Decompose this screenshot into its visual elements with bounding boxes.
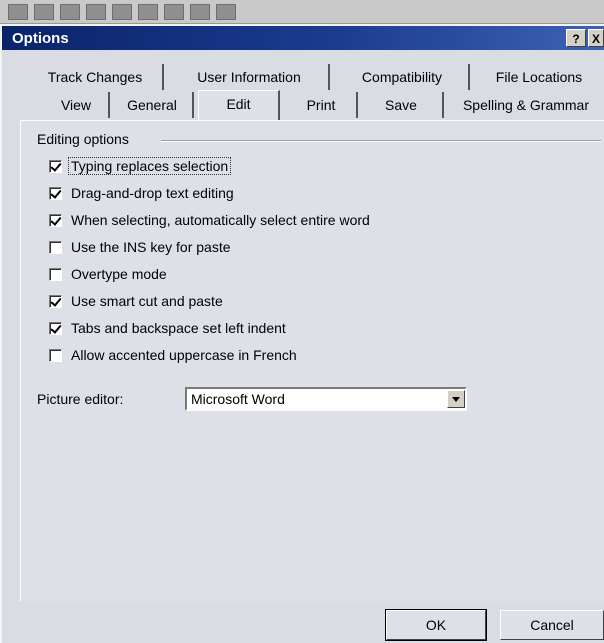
checkbox[interactable] (49, 294, 62, 308)
tab-user-information[interactable]: User Information (170, 64, 330, 90)
option-accented-uppercase-french[interactable]: Allow accented uppercase in French (49, 344, 297, 366)
option-label: Overtype mode (71, 266, 167, 282)
option-ins-key-paste[interactable]: Use the INS key for paste (49, 236, 231, 258)
toolbar-icon[interactable] (216, 3, 236, 20)
option-tabs-backspace-indent[interactable]: Tabs and backspace set left indent (49, 317, 286, 339)
tab-general[interactable]: General (112, 92, 194, 118)
tab-spelling-grammar[interactable]: Spelling & Grammar (448, 92, 604, 118)
toolbar-icon[interactable] (34, 3, 54, 20)
picture-editor-select[interactable]: Microsoft Word (185, 387, 467, 411)
dialog-title: Options (12, 29, 69, 47)
edit-tab-panel: Editing options Typing replaces selectio… (20, 120, 604, 601)
tab-compatibility[interactable]: Compatibility (336, 64, 470, 90)
checkbox[interactable] (49, 321, 62, 335)
toolbar-icon[interactable] (86, 3, 106, 20)
option-drag-and-drop[interactable]: Drag-and-drop text editing (49, 182, 234, 204)
chevron-down-icon[interactable] (447, 390, 465, 408)
checkbox[interactable] (49, 348, 62, 362)
option-label: Drag-and-drop text editing (71, 185, 234, 201)
option-label: Typing replaces selection (68, 157, 232, 175)
close-button[interactable]: X (588, 29, 604, 47)
option-label: Use the INS key for paste (71, 239, 231, 255)
toolbar-icon[interactable] (8, 3, 28, 20)
option-label: Tabs and backspace set left indent (71, 320, 286, 336)
option-smart-cut-paste[interactable]: Use smart cut and paste (49, 290, 223, 312)
option-label: Use smart cut and paste (71, 293, 223, 309)
tab-view[interactable]: View (44, 92, 110, 118)
checkbox[interactable] (49, 267, 62, 281)
toolbar-icon[interactable] (164, 3, 184, 20)
option-overtype-mode[interactable]: Overtype mode (49, 263, 167, 285)
checkbox[interactable] (49, 240, 62, 254)
option-label: When selecting, automatically select ent… (71, 212, 370, 228)
tab-file-locations[interactable]: File Locations (476, 64, 602, 90)
checkbox[interactable] (49, 159, 62, 173)
toolbar-icon[interactable] (60, 3, 80, 20)
tab-save[interactable]: Save (360, 92, 444, 118)
tab-print[interactable]: Print (286, 92, 358, 118)
toolbar-icon[interactable] (138, 3, 158, 20)
toolbar-icon[interactable] (112, 3, 132, 20)
editing-options-group-label: Editing options (37, 131, 135, 147)
help-button[interactable]: ? (566, 29, 586, 47)
group-divider (161, 140, 601, 142)
picture-editor-label: Picture editor: (37, 391, 124, 407)
ok-button[interactable]: OK (385, 609, 487, 641)
checkbox[interactable] (49, 213, 62, 227)
checkbox[interactable] (49, 186, 62, 200)
tab-track-changes[interactable]: Track Changes (28, 64, 164, 90)
option-label: Allow accented uppercase in French (71, 347, 297, 363)
tab-edit[interactable]: Edit (198, 90, 280, 120)
toolbar-icon[interactable] (190, 3, 210, 20)
option-typing-replaces-selection[interactable]: Typing replaces selection (49, 155, 232, 177)
app-toolbar (0, 0, 604, 24)
picture-editor-value: Microsoft Word (191, 391, 285, 407)
option-select-entire-word[interactable]: When selecting, automatically select ent… (49, 209, 370, 231)
options-dialog: Options ? X Track Changes User Informati… (0, 24, 604, 643)
dialog-titlebar[interactable]: Options ? X (2, 26, 604, 50)
cancel-button[interactable]: Cancel (500, 610, 604, 640)
